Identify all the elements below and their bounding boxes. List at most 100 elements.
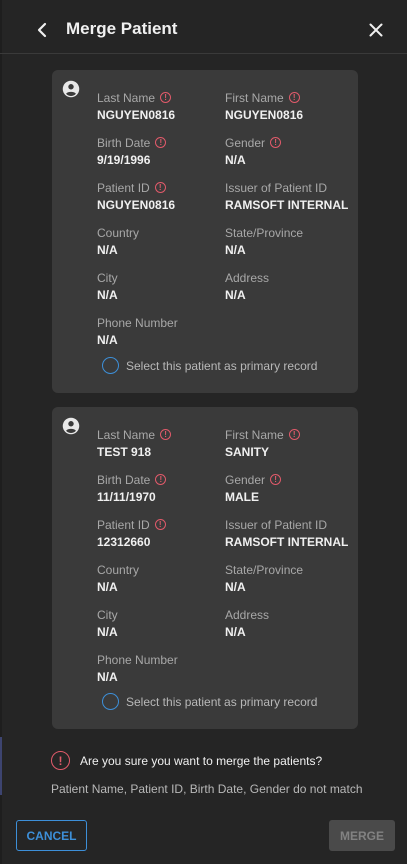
- city-value: N/A: [97, 288, 118, 302]
- confirm-question: Are you sure you want to merge the patie…: [80, 753, 323, 768]
- last-name-label: Last Name: [97, 90, 156, 105]
- patient-id-value: 12312660: [97, 535, 151, 549]
- alert-circle-icon: !: [155, 137, 167, 148]
- address-field: Address N/A: [225, 270, 270, 303]
- state-field: State/Province N/A: [225, 225, 304, 258]
- city-label: City: [97, 607, 118, 622]
- gender-label: Gender: [225, 135, 266, 150]
- city-label: City: [97, 270, 118, 285]
- phone-label: Phone Number: [97, 315, 178, 330]
- patient-card: Last Name! NGUYEN0816 First Name! NGUYEN…: [52, 70, 358, 393]
- chevron-left-icon: [37, 22, 47, 38]
- merge-button[interactable]: MERGE: [329, 820, 395, 851]
- alert-circle-icon: !: [288, 92, 300, 103]
- city-field: City N/A: [97, 270, 118, 303]
- alert-circle-icon: !: [155, 474, 167, 485]
- alert-circle-icon: !: [51, 751, 70, 770]
- first-name-label: First Name: [225, 90, 284, 105]
- phone-value: N/A: [97, 670, 118, 684]
- account-circle-icon: [62, 417, 80, 435]
- radio-unchecked-icon[interactable]: [102, 693, 119, 710]
- back-button[interactable]: [30, 18, 54, 42]
- last-name-value: TEST 918: [97, 445, 152, 459]
- phone-field: Phone Number N/A: [97, 652, 178, 685]
- gender-value: N/A: [225, 153, 246, 167]
- last-name-value: NGUYEN0816: [97, 108, 176, 122]
- country-field: Country N/A: [97, 225, 140, 258]
- phone-field: Phone Number N/A: [97, 315, 178, 348]
- account-circle-icon: [62, 80, 80, 98]
- patient-id-label: Patient ID: [97, 517, 150, 532]
- last-name-field: Last Name! TEST 918: [97, 427, 172, 459]
- issuer-label: Issuer of Patient ID: [225, 517, 328, 532]
- phone-value: N/A: [97, 333, 118, 347]
- first-name-field: First Name! NGUYEN0816: [225, 90, 304, 123]
- state-value: N/A: [225, 243, 246, 257]
- panel-edge-accent: [0, 737, 2, 795]
- close-button[interactable]: [364, 18, 388, 42]
- alert-circle-icon: !: [270, 474, 282, 485]
- cancel-button[interactable]: CANCEL: [16, 820, 87, 851]
- close-icon: [369, 23, 383, 37]
- birth-date-value: 9/19/1996: [97, 153, 151, 167]
- last-name-label: Last Name: [97, 427, 156, 442]
- birth-date-field: Birth Date! 9/19/1996: [97, 135, 167, 167]
- alert-circle-icon: !: [288, 429, 300, 440]
- country-label: Country: [97, 225, 140, 240]
- alert-circle-icon: !: [270, 137, 282, 148]
- mismatch-warning: Patient Name, Patient ID, Birth Date, Ge…: [51, 782, 363, 796]
- gender-value: MALE: [225, 490, 259, 504]
- gender-field: Gender! N/A: [225, 135, 282, 167]
- patient-id-field: Patient ID! 12312660: [97, 517, 166, 549]
- alert-circle-icon: !: [154, 519, 166, 530]
- phone-label: Phone Number: [97, 652, 178, 667]
- birth-date-label: Birth Date: [97, 135, 151, 150]
- state-label: State/Province: [225, 562, 304, 577]
- last-name-field: Last Name! NGUYEN0816: [97, 90, 176, 123]
- patient-id-label: Patient ID: [97, 180, 150, 195]
- country-value: N/A: [97, 580, 118, 594]
- first-name-value: SANITY: [225, 445, 270, 459]
- dialog-title: Merge Patient: [66, 19, 178, 38]
- first-name-label: First Name: [225, 427, 284, 442]
- state-label: State/Province: [225, 225, 304, 240]
- issuer-field: Issuer of Patient ID RAMSOFT INTERNAL: [225, 180, 349, 213]
- address-field: Address N/A: [225, 607, 270, 640]
- address-label: Address: [225, 607, 270, 622]
- issuer-value: RAMSOFT INTERNAL: [225, 198, 349, 212]
- state-value: N/A: [225, 580, 246, 594]
- primary-record-label[interactable]: Select this patient as primary record: [126, 695, 317, 709]
- address-label: Address: [225, 270, 270, 285]
- patient-id-value: NGUYEN0816: [97, 198, 176, 212]
- dialog-header: Merge Patient: [0, 0, 407, 54]
- country-value: N/A: [97, 243, 118, 257]
- radio-unchecked-icon[interactable]: [102, 357, 119, 374]
- state-field: State/Province N/A: [225, 562, 304, 595]
- primary-record-radio[interactable]: Select this patient as primary record: [102, 693, 317, 710]
- gender-field: Gender! MALE: [225, 472, 282, 504]
- patient-id-field: Patient ID! NGUYEN0816: [97, 180, 176, 213]
- address-value: N/A: [225, 288, 246, 302]
- address-value: N/A: [225, 625, 246, 639]
- first-name-field: First Name! SANITY: [225, 427, 300, 459]
- primary-record-radio[interactable]: Select this patient as primary record: [102, 357, 317, 374]
- merge-confirmation: ! Are you sure you want to merge the pat…: [51, 751, 322, 770]
- gender-label: Gender: [225, 472, 266, 487]
- city-value: N/A: [97, 625, 118, 639]
- alert-circle-icon: !: [160, 92, 172, 103]
- alert-circle-icon: !: [154, 182, 166, 193]
- panel-edge: [0, 0, 2, 864]
- birth-date-field: Birth Date! 11/11/1970: [97, 472, 167, 504]
- country-field: Country N/A: [97, 562, 140, 595]
- patient-card: Last Name! TEST 918 First Name! SANITY B…: [52, 407, 358, 729]
- issuer-field: Issuer of Patient ID RAMSOFT INTERNAL: [225, 517, 349, 550]
- country-label: Country: [97, 562, 140, 577]
- first-name-value: NGUYEN0816: [225, 108, 304, 122]
- issuer-label: Issuer of Patient ID: [225, 180, 328, 195]
- issuer-value: RAMSOFT INTERNAL: [225, 535, 349, 549]
- primary-record-label[interactable]: Select this patient as primary record: [126, 359, 317, 373]
- birth-date-label: Birth Date: [97, 472, 151, 487]
- birth-date-value: 11/11/1970: [97, 490, 156, 504]
- city-field: City N/A: [97, 607, 118, 640]
- alert-circle-icon: !: [160, 429, 172, 440]
